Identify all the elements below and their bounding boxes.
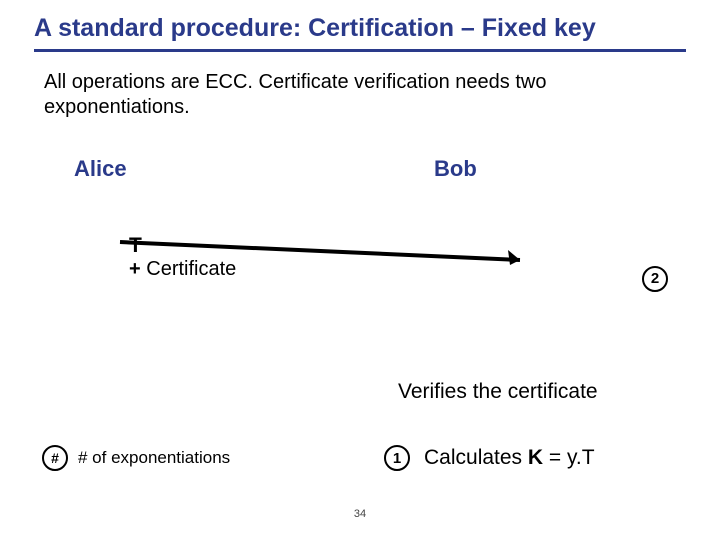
message-T: T — [129, 234, 236, 258]
calc-prefix: Calculates — [424, 446, 528, 469]
message-label: T + Certificate — [129, 234, 236, 281]
message-cert: Certificate — [146, 258, 236, 280]
exponentiation-count-2: 2 — [642, 266, 668, 292]
calc-suffix: = y.T — [543, 446, 595, 469]
bob-label: Bob — [434, 156, 477, 182]
intro-text: All operations are ECC. Certificate veri… — [44, 70, 676, 120]
message-plus: + — [129, 258, 141, 280]
legend-badge: # — [42, 445, 68, 471]
parties-row: Alice Bob — [34, 156, 686, 186]
slide-title: A standard procedure: Certification – Fi… — [34, 14, 686, 47]
protocol-area: T + Certificate 2 — [34, 186, 686, 296]
title-underline — [34, 49, 686, 52]
calc-K: K — [528, 446, 543, 469]
slide: A standard procedure: Certification – Fi… — [0, 0, 720, 540]
calc-text: Calculates K = y.T — [424, 446, 595, 470]
exponentiation-count-1: 1 — [384, 445, 410, 471]
legend-text: # of exponentiations — [78, 448, 230, 468]
legend: # # of exponentiations — [42, 445, 230, 471]
page-number: 34 — [354, 508, 366, 520]
calc-row: 1 Calculates K = y.T — [384, 445, 595, 471]
alice-label: Alice — [74, 156, 127, 182]
verify-text: Verifies the certificate — [398, 380, 598, 404]
